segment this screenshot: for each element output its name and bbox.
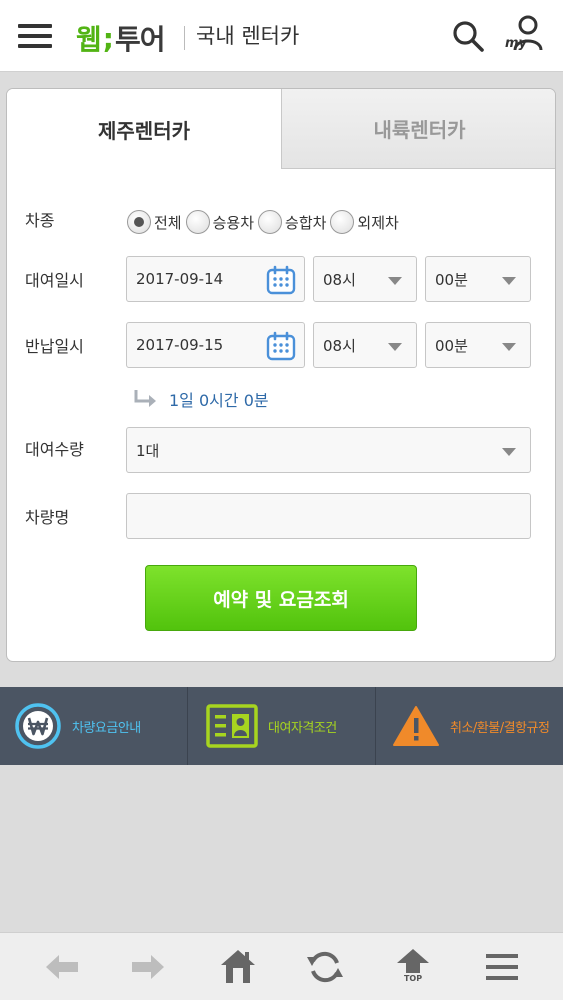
id-card-icon <box>206 704 258 748</box>
radio-van[interactable]: 승합차 <box>258 210 326 234</box>
reserve-and-rate-search-button[interactable]: 예약 및 요금조회 <box>145 565 417 631</box>
radio-all[interactable]: 전체 <box>127 210 182 234</box>
webtour-logo[interactable]: 웹; 투어 <box>76 18 165 58</box>
chevron-down-icon <box>388 277 402 285</box>
radio-sedan-circle[interactable] <box>185 210 210 234</box>
chevron-down-icon <box>502 277 516 285</box>
page-title: 국내 렌터카 <box>196 24 300 48</box>
cancel-refund-policy-link[interactable]: 취소/환불/결항규정 <box>375 687 563 765</box>
pickup-datetime-label: 대여일시 <box>25 271 84 290</box>
my-label: my <box>505 36 528 51</box>
rental-duration: 1일 0시간 0분 <box>133 387 269 411</box>
chevron-down-icon <box>502 448 516 456</box>
back-arrow-icon[interactable] <box>42 947 82 987</box>
pickup-date-field[interactable]: 2017-09-14 <box>126 256 305 302</box>
calendar-icon[interactable] <box>266 265 296 295</box>
quantity-label: 대여수량 <box>25 440 84 459</box>
rate-guide-link[interactable]: 차량요금안내 <box>0 687 187 765</box>
rental-qualification-link[interactable]: 대여자격조건 <box>187 687 375 765</box>
car-type-label: 차종 <box>25 211 55 230</box>
menu-icon[interactable] <box>18 24 52 50</box>
scroll-top-button[interactable]: TOP <box>393 947 433 987</box>
menu-lines-icon[interactable] <box>482 947 522 987</box>
calendar-icon[interactable] <box>266 331 296 361</box>
pickup-date-value: 2017-09-14 <box>136 270 224 288</box>
won-icon <box>15 703 61 749</box>
search-icon[interactable] <box>450 18 486 54</box>
car-name-label: 차량명 <box>25 508 70 527</box>
duration-text: 1일 0시간 0분 <box>169 391 269 410</box>
return-hour-select[interactable]: 08시 <box>313 322 417 368</box>
radio-sedan[interactable]: 승용차 <box>185 210 254 234</box>
chevron-down-icon <box>388 343 402 351</box>
pickup-minute-select[interactable]: 00분 <box>425 256 531 302</box>
app-header: 웹; 투어 국내 렌터카 my <box>0 0 563 72</box>
tab-jeju-rentcar[interactable]: 제주렌터카 <box>7 89 281 169</box>
top-label: TOP <box>403 974 423 983</box>
home-icon[interactable] <box>218 947 258 987</box>
chevron-down-icon <box>502 343 516 351</box>
rental-search-card: 제주렌터카 내륙렌터카 차종 전체 승용차 승합차 외제차 대여일시 2017-… <box>6 88 556 662</box>
radio-all-circle[interactable] <box>127 210 151 234</box>
quantity-select[interactable]: 1대 <box>126 427 531 473</box>
car-name-field[interactable] <box>126 493 531 539</box>
warning-icon <box>393 706 439 746</box>
return-date-field[interactable]: 2017-09-15 <box>126 322 305 368</box>
return-date-value: 2017-09-15 <box>136 336 224 354</box>
radio-imported-circle[interactable] <box>330 210 355 234</box>
turn-right-arrow-icon <box>134 390 156 407</box>
my-page-button[interactable]: my <box>504 14 544 56</box>
car-type-radio-group: 전체 승용차 승합차 외제차 <box>127 209 403 235</box>
car-name-input[interactable] <box>136 494 530 538</box>
radio-imported[interactable]: 외제차 <box>330 210 399 234</box>
refresh-icon[interactable] <box>305 947 345 987</box>
return-datetime-label: 반납일시 <box>25 337 84 356</box>
forward-arrow-icon[interactable] <box>128 947 168 987</box>
pickup-hour-select[interactable]: 08시 <box>313 256 417 302</box>
return-minute-select[interactable]: 00분 <box>425 322 531 368</box>
title-divider <box>184 26 185 50</box>
tab-inland-rentcar[interactable]: 내륙렌터카 <box>281 89 555 169</box>
browser-bottom-nav: TOP <box>0 932 563 1000</box>
info-links-bar: 차량요금안내 대여자격조건 취소/환불/결항규정 <box>0 687 563 765</box>
radio-van-circle[interactable] <box>258 210 283 234</box>
